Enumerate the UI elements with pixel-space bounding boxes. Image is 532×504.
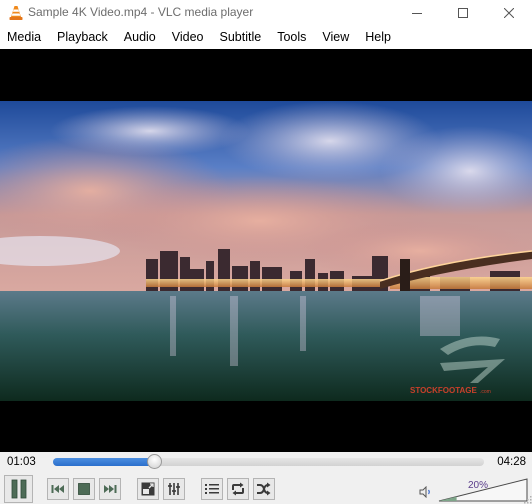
control-panel: 01:03 04:28 20% [0, 452, 532, 504]
minimize-icon [412, 13, 422, 14]
maximize-button[interactable] [440, 0, 486, 26]
minimize-button[interactable] [394, 0, 440, 26]
stop-icon [78, 483, 90, 495]
previous-button[interactable] [47, 478, 69, 500]
watermark-text: STOCKFOOTAGE [410, 386, 477, 395]
close-button[interactable] [486, 0, 532, 26]
seek-handle[interactable] [147, 454, 163, 469]
menu-help[interactable]: Help [357, 26, 399, 49]
speaker-icon[interactable] [419, 485, 433, 501]
menu-media[interactable]: Media [0, 26, 49, 49]
shuffle-button[interactable] [253, 478, 275, 500]
title-bar: Sample 4K Video.mp4 - VLC media player [0, 0, 532, 26]
pause-icon [11, 479, 26, 499]
stop-button[interactable] [73, 478, 95, 500]
seek-progress [53, 458, 155, 466]
window-title: Sample 4K Video.mp4 - VLC media player [28, 5, 254, 19]
menu-video[interactable]: Video [164, 26, 212, 49]
close-icon [504, 8, 514, 18]
watermark-suffix: .com [480, 389, 491, 395]
playlist-button[interactable] [201, 478, 223, 500]
menu-view[interactable]: View [314, 26, 357, 49]
menu-audio[interactable]: Audio [116, 26, 164, 49]
volume-slider[interactable]: 20% [438, 478, 528, 502]
menu-subtitle[interactable]: Subtitle [212, 26, 270, 49]
menu-tools[interactable]: Tools [269, 26, 314, 49]
volume-percent: 20% [468, 480, 489, 491]
loop-icon [232, 482, 244, 496]
extended-settings-button[interactable] [163, 478, 185, 500]
elapsed-time[interactable]: 01:03 [7, 456, 36, 468]
video-frame: STOCKFOOTAGE .com [0, 101, 532, 401]
pause-button[interactable] [4, 475, 33, 503]
next-button[interactable] [99, 478, 121, 500]
maximize-icon [458, 8, 468, 18]
fullscreen-icon [141, 482, 155, 496]
video-output[interactable]: STOCKFOOTAGE .com [0, 49, 532, 452]
seek-bar[interactable] [53, 454, 484, 469]
total-time[interactable]: 04:28 [497, 456, 526, 468]
menu-bar: Media Playback Audio Video Subtitle Tool… [0, 26, 532, 49]
fullscreen-button[interactable] [137, 478, 159, 500]
skip-next-icon [104, 485, 117, 493]
resize-grip-icon[interactable] [524, 496, 532, 504]
menu-playback[interactable]: Playback [49, 26, 116, 49]
volume-control: 20% [419, 476, 532, 504]
shuffle-icon [257, 482, 271, 496]
vlc-cone-icon [8, 5, 24, 21]
loop-button[interactable] [227, 478, 249, 500]
skip-previous-icon [51, 485, 64, 493]
equalizer-icon [168, 483, 180, 495]
playlist-icon [205, 484, 219, 494]
